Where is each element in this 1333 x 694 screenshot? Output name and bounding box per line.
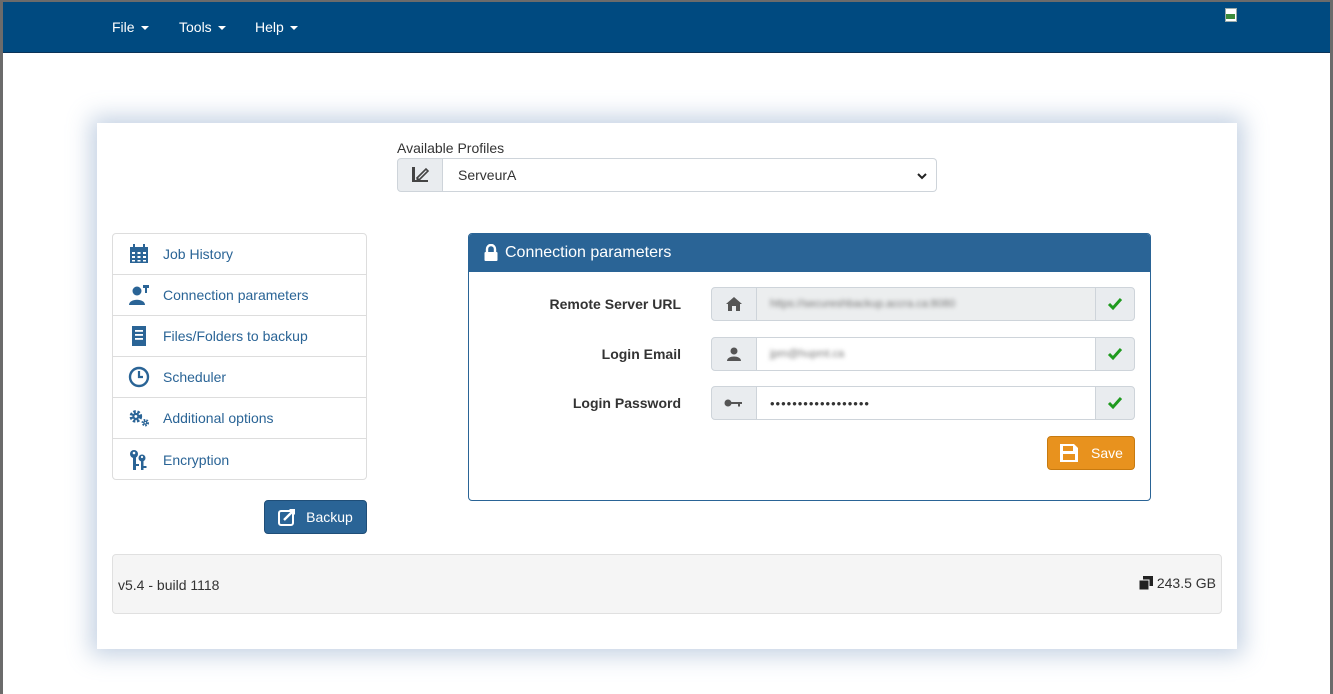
lock-icon <box>484 244 498 261</box>
sidebar-item-job-history[interactable]: Job History <box>113 234 366 275</box>
menu-help-label: Help <box>255 19 284 35</box>
chevron-down-icon <box>289 26 298 30</box>
sidebar-item-label: Encryption <box>163 451 230 468</box>
remote-url-label: Remote Server URL <box>549 296 682 312</box>
menu-help[interactable]: Help <box>255 19 298 35</box>
document-icon <box>128 325 150 347</box>
remote-url-value: https://secureshbackup.accra.ca:8080 <box>770 298 956 310</box>
floppy-disk-icon <box>1060 444 1079 462</box>
backup-label: Backup <box>306 509 353 525</box>
sidebar-item-label: Connection parameters <box>163 287 309 303</box>
sidebar-item-label: Scheduler <box>163 369 227 385</box>
storage-indicator: 243.5 GB <box>1138 575 1216 591</box>
login-email-value: jpm@hupmt.ca <box>770 348 845 360</box>
login-password-group: •••••••••••••••••• <box>711 386 1135 420</box>
home-icon <box>711 287 757 321</box>
check-icon <box>1095 386 1135 420</box>
remote-url-input[interactable]: https://secureshbackup.accra.ca:8080 <box>757 287 1095 321</box>
profile-selector: ServeurA <box>397 158 937 192</box>
profile-dropdown[interactable]: ServeurA <box>443 158 937 192</box>
save-label: Save <box>1091 445 1123 461</box>
login-password-input[interactable]: •••••••••••••••••• <box>757 386 1095 420</box>
sidebar-item-additional-options[interactable]: Additional options <box>113 398 366 439</box>
chevron-down-icon <box>217 26 226 30</box>
remote-url-group: https://secureshbackup.accra.ca:8080 <box>711 287 1135 321</box>
chevron-down-icon <box>140 26 149 30</box>
sidebar-item-connection-parameters[interactable]: Connection parameters <box>113 275 366 316</box>
login-password-value: •••••••••••••••••• <box>770 395 870 411</box>
chevron-down-icon <box>917 173 927 180</box>
profile-selected-value: ServeurA <box>458 167 517 183</box>
copy-files-icon <box>1138 576 1153 590</box>
login-password-label: Login Password <box>572 395 681 411</box>
storage-value: 243.5 GB <box>1156 575 1216 591</box>
sidebar-item-label: Additional options <box>163 410 274 426</box>
external-edit-icon <box>278 509 296 526</box>
profile-edit-icon <box>397 158 443 192</box>
save-button[interactable]: Save <box>1047 436 1135 470</box>
login-email-group: jpm@hupmt.ca <box>711 337 1135 371</box>
calendar-icon <box>128 243 150 265</box>
top-navbar: File Tools Help <box>3 2 1330 53</box>
menu-file-label: File <box>112 19 135 35</box>
key-icon <box>711 386 757 420</box>
sidebar-item-files-folders[interactable]: Files/Folders to backup <box>113 316 366 357</box>
sidebar-item-label: Job History <box>163 246 234 262</box>
check-icon <box>1095 337 1135 371</box>
sidebar-menu: Job History Connection parameters Files/… <box>112 233 367 480</box>
profiles-label: Available Profiles <box>397 140 505 156</box>
sidebar-item-label: Files/Folders to backup <box>163 328 308 344</box>
user-plug-icon <box>128 284 150 306</box>
login-email-label: Login Email <box>601 346 681 362</box>
menu-tools-label: Tools <box>179 19 212 35</box>
menu-tools[interactable]: Tools <box>179 19 226 35</box>
keys-icon <box>128 449 150 471</box>
user-icon <box>711 337 757 371</box>
broken-image-icon <box>1224 8 1240 24</box>
menu-file[interactable]: File <box>112 19 149 35</box>
clock-icon <box>128 366 150 388</box>
sidebar-item-encryption[interactable]: Encryption <box>113 439 366 480</box>
panel-header: Connection parameters <box>469 234 1150 272</box>
backup-button[interactable]: Backup <box>264 500 367 534</box>
sidebar-item-scheduler[interactable]: Scheduler <box>113 357 366 398</box>
login-email-input[interactable]: jpm@hupmt.ca <box>757 337 1095 371</box>
gears-icon <box>128 407 150 429</box>
check-icon <box>1095 287 1135 321</box>
version-text: v5.4 - build 1118 <box>118 577 220 593</box>
status-footer: v5.4 - build 1118 243.5 GB <box>112 554 1222 614</box>
panel-title: Connection parameters <box>505 244 672 261</box>
